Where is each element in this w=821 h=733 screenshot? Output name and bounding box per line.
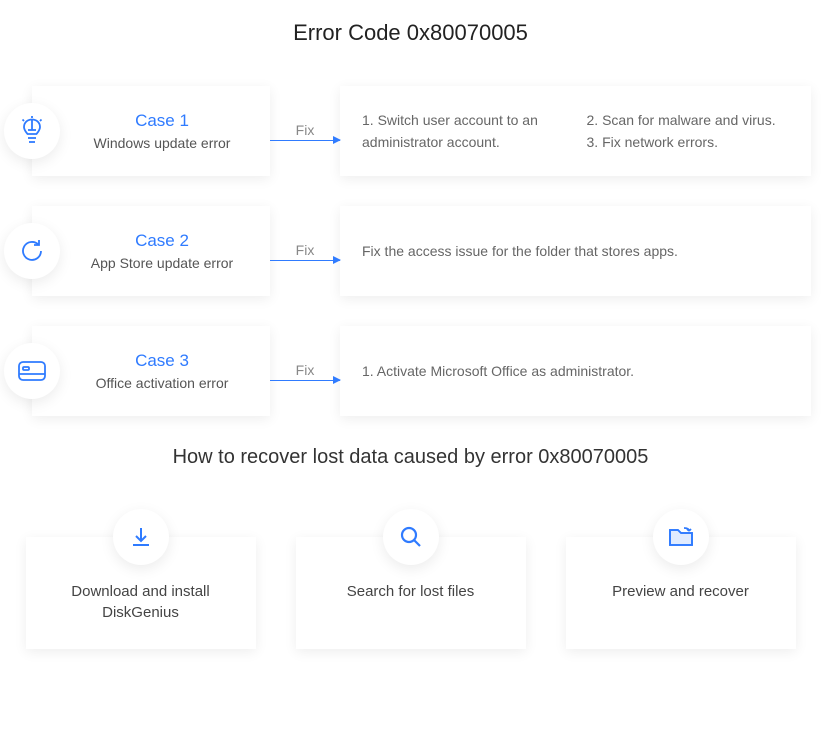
step-download: Download and install DiskGenius	[26, 537, 256, 649]
page-title: Error Code 0x80070005	[10, 20, 811, 46]
fix-text: 2. Scan for malware and virus.	[587, 109, 790, 131]
fix-label: Fix	[296, 362, 315, 378]
fix-label: Fix	[296, 122, 315, 138]
bulb-icon	[4, 103, 60, 159]
case-subtitle: Office activation error	[96, 375, 229, 391]
step-recover: Preview and recover	[566, 537, 796, 649]
recovery-title: How to recover lost data caused by error…	[10, 446, 811, 469]
fix-connector: Fix	[270, 86, 340, 176]
fix-text: Fix the access issue for the folder that…	[362, 240, 678, 262]
fix-text: 3. Fix network errors.	[587, 131, 790, 153]
search-icon	[383, 509, 439, 565]
case-box-1: Case 1 Windows update error	[32, 86, 270, 176]
folder-recover-icon	[653, 509, 709, 565]
case-row-2: Case 2 App Store update error Fix Fix th…	[10, 206, 811, 296]
fix-text: 1. Switch user account to an administrat…	[362, 109, 565, 154]
step-label: Search for lost files	[314, 581, 508, 602]
fix-connector: Fix	[270, 206, 340, 296]
recovery-steps: Download and install DiskGenius Search f…	[10, 509, 811, 649]
case-subtitle: App Store update error	[91, 255, 233, 271]
case-row-3: Case 3 Office activation error Fix 1. Ac…	[10, 326, 811, 416]
fix-box-1: 1. Switch user account to an administrat…	[340, 86, 811, 176]
card-icon	[4, 343, 60, 399]
fix-label: Fix	[296, 242, 315, 258]
step-search: Search for lost files	[296, 537, 526, 649]
fix-text: 1. Activate Microsoft Office as administ…	[362, 360, 634, 382]
arrow-icon	[270, 380, 340, 381]
arrow-icon	[270, 140, 340, 141]
case-title: Case 3	[135, 351, 189, 371]
case-title: Case 2	[135, 231, 189, 251]
step-label: Download and install DiskGenius	[44, 581, 238, 623]
case-row-1: Case 1 Windows update error Fix 1. Switc…	[10, 86, 811, 176]
case-title: Case 1	[135, 111, 189, 131]
arrow-icon	[270, 260, 340, 261]
fix-box-3: 1. Activate Microsoft Office as administ…	[340, 326, 811, 416]
case-subtitle: Windows update error	[94, 135, 231, 151]
download-icon	[113, 509, 169, 565]
fix-connector: Fix	[270, 326, 340, 416]
case-box-3: Case 3 Office activation error	[32, 326, 270, 416]
case-box-2: Case 2 App Store update error	[32, 206, 270, 296]
refresh-icon	[4, 223, 60, 279]
fix-box-2: Fix the access issue for the folder that…	[340, 206, 811, 296]
step-label: Preview and recover	[584, 581, 778, 602]
